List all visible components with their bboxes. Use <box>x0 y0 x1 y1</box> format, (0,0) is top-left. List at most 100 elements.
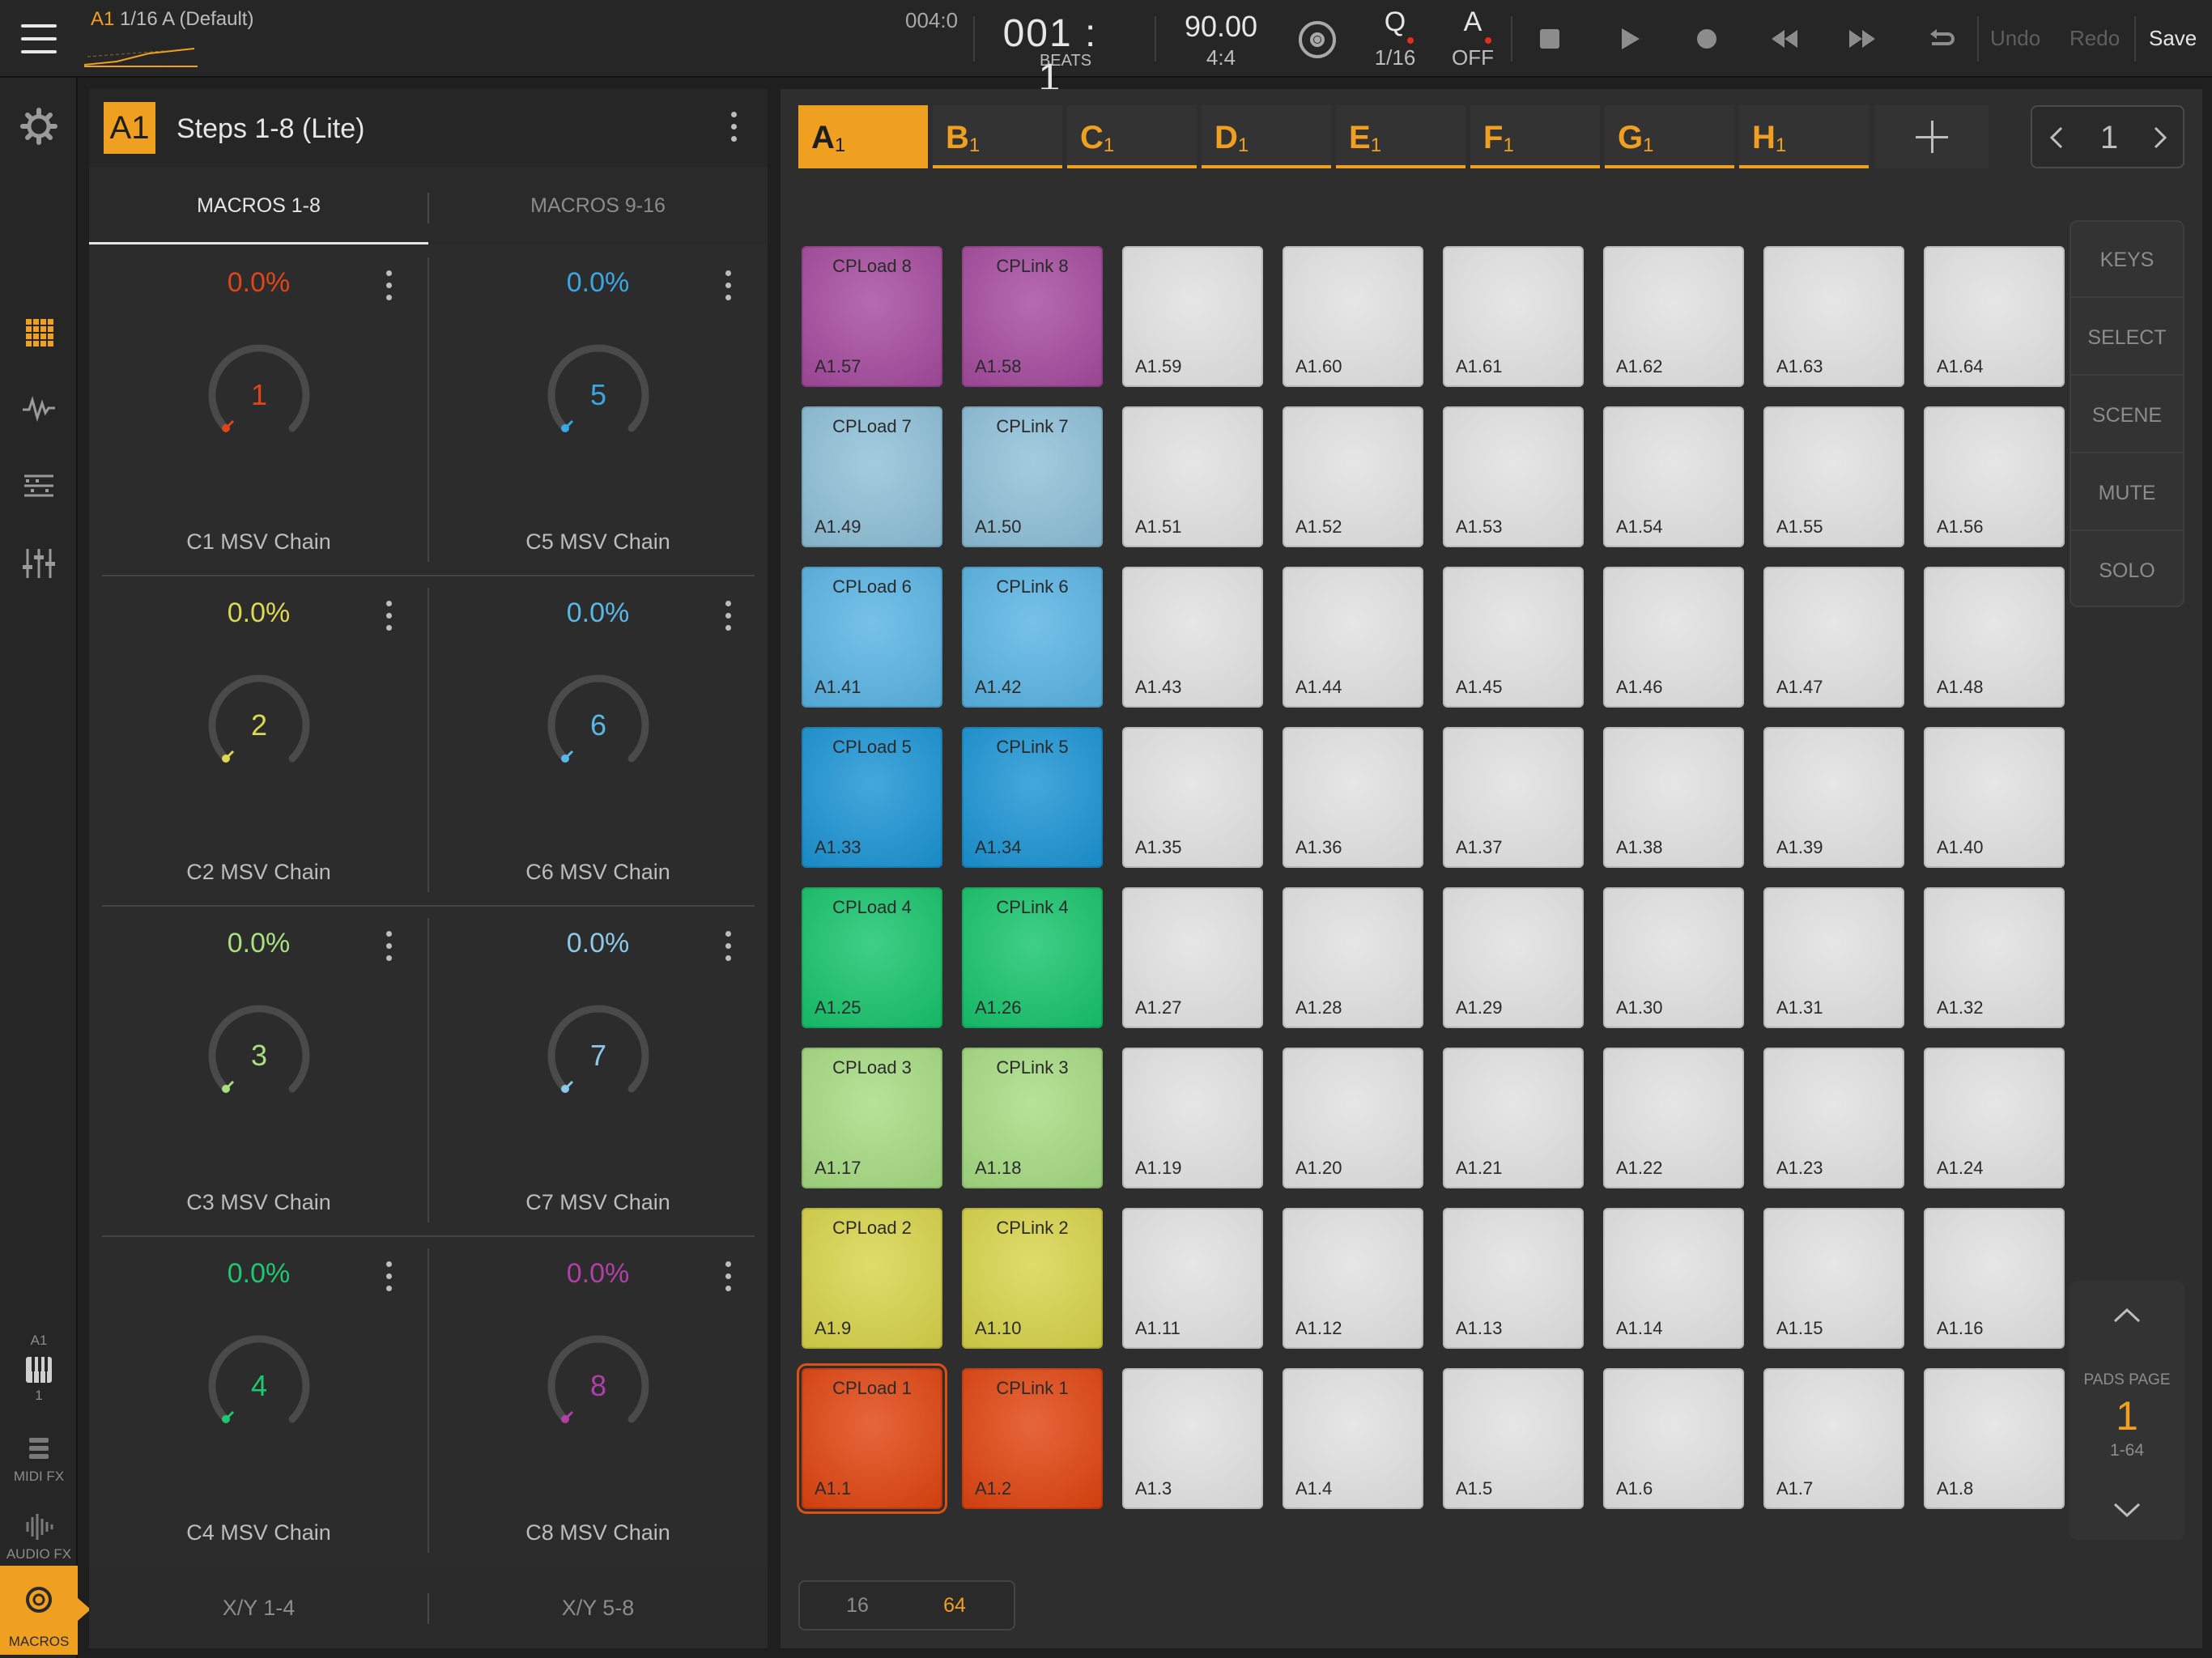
macro-options-icon[interactable] <box>723 1261 733 1298</box>
pad[interactable]: CPLink 7 A1.50 <box>962 406 1103 547</box>
pad[interactable]: A1.20 <box>1283 1048 1423 1188</box>
tab-macros-9-16[interactable]: MACROS 9-16 <box>428 167 768 244</box>
pad[interactable]: A1.7 <box>1763 1368 1904 1509</box>
macros-button[interactable]: MACROS <box>0 1566 91 1655</box>
pad[interactable]: A1.27 <box>1122 887 1263 1028</box>
macro-knob-8[interactable]: 0.0% 8 C8 MSV Chain <box>428 1235 768 1566</box>
record-icon[interactable] <box>1691 23 1723 55</box>
pad[interactable]: A1.37 <box>1443 727 1584 868</box>
metronome-icon[interactable] <box>1299 21 1336 58</box>
macro-options-icon[interactable] <box>723 270 733 307</box>
waveform-icon[interactable] <box>19 389 58 427</box>
add-scene-button[interactable] <box>1875 105 1989 168</box>
scene-mode-button[interactable]: SCENE <box>2071 377 2183 453</box>
time-signature[interactable]: 4:4 <box>1164 45 1278 70</box>
pad[interactable]: A1.45 <box>1443 567 1584 708</box>
macro-options-icon[interactable] <box>384 601 393 637</box>
scene-tab-h[interactable]: H1 <box>1739 105 1869 168</box>
pad[interactable]: A1.44 <box>1283 567 1423 708</box>
pad[interactable]: A1.52 <box>1283 406 1423 547</box>
select-mode-button[interactable]: SELECT <box>2071 300 2183 376</box>
pad[interactable]: A1.23 <box>1763 1048 1904 1188</box>
pad[interactable]: A1.60 <box>1283 246 1423 387</box>
pad[interactable]: CPLink 3 A1.18 <box>962 1048 1103 1188</box>
pad[interactable]: A1.51 <box>1122 406 1263 547</box>
more-options-icon[interactable] <box>729 112 738 148</box>
tab-macros-1-8[interactable]: MACROS 1-8 <box>89 167 428 244</box>
pad[interactable]: A1.30 <box>1603 887 1744 1028</box>
pad[interactable]: A1.64 <box>1924 246 2065 387</box>
mute-mode-button[interactable]: MUTE <box>2071 455 2183 531</box>
pad[interactable]: A1.31 <box>1763 887 1904 1028</box>
macro-knob-1[interactable]: 0.0% 1 C1 MSV Chain <box>89 244 428 575</box>
pads-grid-icon[interactable] <box>19 312 58 351</box>
undo-button[interactable]: Undo <box>1990 26 2040 51</box>
loop-icon[interactable] <box>1924 23 1956 55</box>
chevron-down-icon[interactable] <box>2110 1493 2144 1527</box>
tab-xy-1-4[interactable]: X/Y 1-4 <box>89 1567 428 1648</box>
fast-forward-icon[interactable] <box>1846 23 1878 55</box>
pad[interactable]: A1.11 <box>1122 1208 1263 1349</box>
pad[interactable]: A1.4 <box>1283 1368 1423 1509</box>
macro-knob-5[interactable]: 0.0% 5 C5 MSV Chain <box>428 244 768 575</box>
macro-knob-6[interactable]: 0.0% 6 C6 MSV Chain <box>428 575 768 905</box>
pad[interactable]: CPLink 8 A1.58 <box>962 246 1103 387</box>
redo-button[interactable]: Redo <box>2069 26 2120 51</box>
pad[interactable]: A1.46 <box>1603 567 1744 708</box>
pad[interactable]: A1.15 <box>1763 1208 1904 1349</box>
pad[interactable]: A1.29 <box>1443 887 1584 1028</box>
quantize-label[interactable]: Q <box>1367 6 1423 38</box>
play-icon[interactable] <box>1613 23 1645 55</box>
pad[interactable]: A1.6 <box>1603 1368 1744 1509</box>
pad[interactable]: A1.22 <box>1603 1048 1744 1188</box>
pad[interactable]: A1.55 <box>1763 406 1904 547</box>
midi-fx-icon[interactable] <box>24 1435 53 1464</box>
pad[interactable]: A1.36 <box>1283 727 1423 868</box>
solo-mode-button[interactable]: SOLO <box>2071 533 2183 609</box>
pad[interactable]: CPLoad 6 A1.41 <box>802 567 942 708</box>
preset-title[interactable]: Steps 1-8 (Lite) <box>177 113 364 145</box>
pad[interactable]: A1.28 <box>1283 887 1423 1028</box>
macro-knob-2[interactable]: 0.0% 2 C2 MSV Chain <box>89 575 428 905</box>
clip-info[interactable]: A1 1/16 A (Default) <box>91 8 253 31</box>
pad[interactable]: A1.32 <box>1924 887 2065 1028</box>
pad[interactable]: CPLoad 5 A1.33 <box>802 727 942 868</box>
mixer-icon[interactable] <box>19 544 58 583</box>
pad[interactable]: A1.24 <box>1924 1048 2065 1188</box>
scene-tab-c[interactable]: C1 <box>1067 105 1197 168</box>
grid-size-64[interactable]: 64 <box>905 1582 1004 1629</box>
pad[interactable]: CPLink 6 A1.42 <box>962 567 1103 708</box>
pad[interactable]: A1.39 <box>1763 727 1904 868</box>
pad[interactable]: A1.40 <box>1924 727 2065 868</box>
pad[interactable]: A1.43 <box>1122 567 1263 708</box>
pad[interactable]: A1.21 <box>1443 1048 1584 1188</box>
automation-label[interactable]: A <box>1444 6 1501 38</box>
pad[interactable]: A1.14 <box>1603 1208 1744 1349</box>
sequencer-icon[interactable] <box>19 466 58 505</box>
instrument-keys-icon[interactable] <box>23 1354 55 1386</box>
pad[interactable]: A1.59 <box>1122 246 1263 387</box>
menu-icon[interactable] <box>21 24 57 53</box>
pad[interactable]: CPLink 5 A1.34 <box>962 727 1103 868</box>
pad[interactable]: A1.8 <box>1924 1368 2065 1509</box>
pad[interactable]: A1.12 <box>1283 1208 1423 1349</box>
macro-knob-7[interactable]: 0.0% 7 C7 MSV Chain <box>428 905 768 1235</box>
pad[interactable]: A1.19 <box>1122 1048 1263 1188</box>
pad[interactable]: A1.63 <box>1763 246 1904 387</box>
pad[interactable]: A1.16 <box>1924 1208 2065 1349</box>
gear-icon[interactable] <box>19 107 58 146</box>
pad[interactable]: A1.48 <box>1924 567 2065 708</box>
pad[interactable]: CPLink 2 A1.10 <box>962 1208 1103 1349</box>
chevron-left-icon[interactable] <box>2042 123 2071 152</box>
pad[interactable]: A1.5 <box>1443 1368 1584 1509</box>
stop-icon[interactable] <box>1534 23 1566 55</box>
macro-options-icon[interactable] <box>723 931 733 967</box>
chevron-right-icon[interactable] <box>2146 123 2175 152</box>
pad[interactable]: CPLoad 8 A1.57 <box>802 246 942 387</box>
tab-xy-5-8[interactable]: X/Y 5-8 <box>428 1567 768 1648</box>
grid-size-16[interactable]: 16 <box>808 1582 907 1629</box>
scene-tab-d[interactable]: D1 <box>1202 105 1331 168</box>
scene-tab-e[interactable]: E1 <box>1336 105 1465 168</box>
tempo-display[interactable]: 90.00 <box>1164 10 1278 44</box>
scene-tab-g[interactable]: G1 <box>1605 105 1734 168</box>
